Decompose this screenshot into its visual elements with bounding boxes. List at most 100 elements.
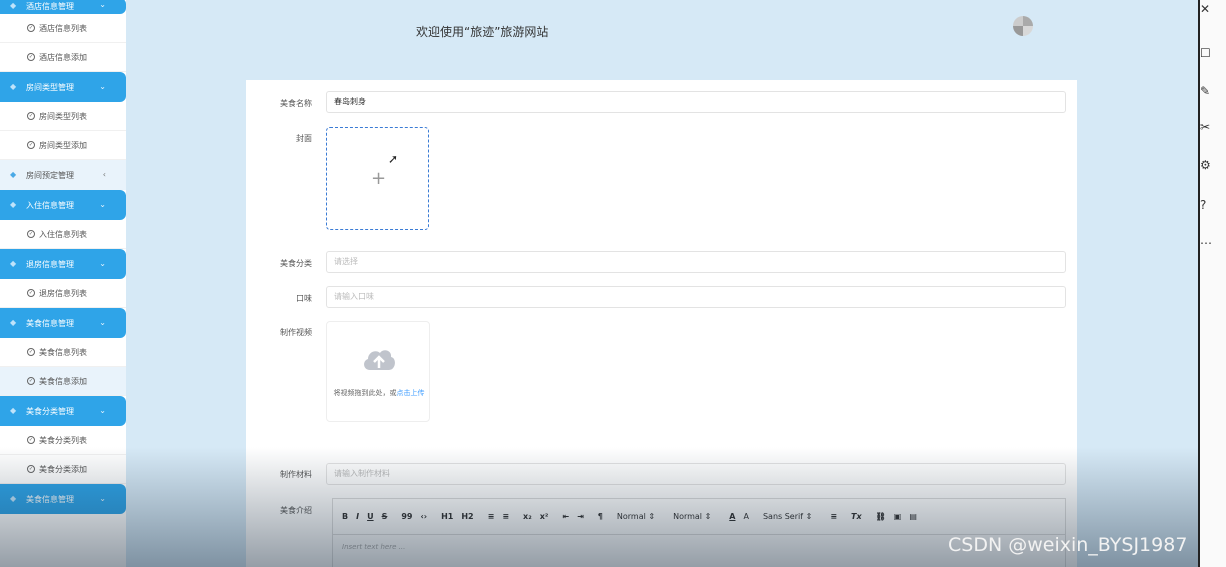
sidebar-group-label: 美食信息管理 xyxy=(26,318,74,328)
sidebar-group-label: 美食分类管理 xyxy=(26,406,74,416)
sidebar-group-label: 美食信息管理 xyxy=(26,494,74,504)
link-icon: ⛓ xyxy=(875,512,886,521)
food-form: 美食名称 春岛刺身 封面 + ➚ 美食分类 请选择 口味 请输入口味 制作视频 … xyxy=(246,80,1077,567)
sidebar-item[interactable]: ✓ 酒店信息列表 xyxy=(0,14,126,43)
check-circle-icon: ✓ xyxy=(27,465,35,473)
category-label: 美食分类 xyxy=(280,259,312,268)
diamond-icon: ◆ xyxy=(10,259,17,268)
watermark: CSDN @weixin_BYSJ1987 xyxy=(948,534,1188,556)
sidebar-item[interactable]: ✓ 退房信息列表 xyxy=(0,279,126,308)
help-icon[interactable]: ? xyxy=(1200,198,1206,212)
sidebar: ◆ 酒店信息管理 ⌄ ✓ 酒店信息列表 ✓ 酒店信息添加 ◆ 房间类型管理 ⌄ ✓ 房间类型列表… xyxy=(0,0,126,567)
diamond-icon: ◆ xyxy=(10,200,17,209)
quote-button[interactable]: 99 xyxy=(401,512,412,521)
sidebar-item-label: 酒店信息添加 xyxy=(39,52,87,62)
plus-icon: + xyxy=(371,168,387,189)
sidebar-group[interactable]: ◆ 美食分类管理 ⌄ xyxy=(0,396,126,426)
gear-icon[interactable]: ⚙ xyxy=(1200,158,1211,172)
pen-icon[interactable]: ✎ xyxy=(1200,84,1210,98)
chevron-down-icon: ⌄ xyxy=(99,406,106,415)
avatar[interactable] xyxy=(1013,16,1033,36)
click-upload-link[interactable]: 点击上传 xyxy=(397,389,425,397)
material-input[interactable]: 请输入制作材料 xyxy=(326,463,1066,485)
link-button[interactable]: ⛓ xyxy=(876,512,886,521)
strike-button[interactable]: S xyxy=(382,512,388,521)
sidebar-group[interactable]: ◆ 入住信息管理 ⌄ xyxy=(0,190,126,220)
diamond-icon: ◆ xyxy=(10,318,17,327)
cover-uploader[interactable]: + xyxy=(326,127,429,230)
h1-button[interactable]: H1 xyxy=(441,512,453,521)
sidebar-item[interactable]: ✓ 房间类型添加 xyxy=(0,131,126,160)
sidebar-item[interactable]: ✓ 美食信息添加 xyxy=(0,367,126,396)
underline-button[interactable]: U xyxy=(367,512,374,521)
sidebar-group[interactable]: ◆ 美食信息管理 ⌄ xyxy=(0,484,126,514)
sidebar-item[interactable]: ✓ 入住信息列表 xyxy=(0,220,126,249)
diamond-icon: ◆ xyxy=(10,170,17,179)
page-title: 欢迎使用“旅迹”旅游网站 xyxy=(416,25,549,39)
font-select-label: Sans Serif xyxy=(762,512,804,521)
chevron-left-icon: ‹ xyxy=(102,170,106,179)
sidebar-item-label: 入住信息列表 xyxy=(39,229,87,239)
sidebar-group[interactable]: ◆ 美食信息管理 ⌄ xyxy=(0,308,126,338)
cover-label: 封面 xyxy=(296,134,312,143)
indent-button[interactable]: ⇥ xyxy=(577,512,584,521)
text-color-button[interactable]: A xyxy=(729,512,735,521)
sidebar-item-label: 美食分类添加 xyxy=(39,464,87,474)
diamond-icon: ◆ xyxy=(10,494,17,503)
sidebar-group[interactable]: ◆ 退房信息管理 ⌄ xyxy=(0,249,126,279)
direction-button[interactable]: ¶ xyxy=(598,512,603,521)
h2-button[interactable]: H2 xyxy=(461,512,473,521)
video-label: 制作视频 xyxy=(280,328,312,337)
name-input[interactable]: 春岛刺身 xyxy=(326,91,1066,113)
sidebar-item-label: 房间类型列表 xyxy=(39,111,87,121)
sidebar-group-label: 酒店信息管理 xyxy=(26,1,74,11)
sidebar-group[interactable]: ◆ 房间类型管理 ⌄ xyxy=(0,72,126,102)
font-select[interactable]: Sans Serif ⇕ xyxy=(763,512,812,521)
more-icon[interactable]: ⋯ xyxy=(1200,236,1212,250)
subscript-button[interactable]: x₂ xyxy=(523,512,532,521)
ordered-list-button[interactable]: ≡ xyxy=(488,512,495,521)
check-circle-icon: ✓ xyxy=(27,289,35,297)
image-button[interactable]: ▣ xyxy=(894,512,902,521)
cloud-upload-icon xyxy=(364,350,395,370)
check-circle-icon: ✓ xyxy=(27,141,35,149)
video-uploader[interactable]: 将视频拖到此处，或点击上传 xyxy=(326,321,430,422)
sidebar-group[interactable]: ◆ 房间预定管理 ‹ xyxy=(0,160,126,190)
taste-input[interactable]: 请输入口味 xyxy=(326,286,1066,308)
italic-button[interactable]: I xyxy=(356,512,359,521)
editor-toolbar: B I U S 99 ‹› H1 H2 ≡ ≡ x₂ x² ⇤ ⇥ ¶ Norm… xyxy=(333,499,1065,535)
close-icon[interactable]: ✕ xyxy=(1200,2,1210,16)
sidebar-item[interactable]: ✓ 美食分类列表 xyxy=(0,426,126,455)
bookmark-icon[interactable]: ☐ xyxy=(1200,46,1211,60)
rich-text-editor: B I U S 99 ‹› H1 H2 ≡ ≡ x₂ x² ⇤ ⇥ ¶ Norm… xyxy=(332,498,1066,567)
outdent-button[interactable]: ⇤ xyxy=(562,512,569,521)
category-select[interactable]: 请选择 xyxy=(326,251,1066,273)
video-button[interactable]: ▤ xyxy=(909,512,917,521)
sidebar-item-label: 美食信息列表 xyxy=(39,347,87,357)
clean-format-button[interactable]: Tx xyxy=(851,512,862,521)
diamond-icon: ◆ xyxy=(10,1,17,10)
sidebar-item[interactable]: ✓ 美食分类添加 xyxy=(0,455,126,484)
diamond-icon: ◆ xyxy=(10,82,17,91)
video-upload-hint: 将视频拖到此处，或点击上传 xyxy=(327,388,431,398)
background-color-button[interactable]: A xyxy=(743,512,748,521)
bold-button[interactable]: B xyxy=(342,512,348,521)
superscript-button[interactable]: x² xyxy=(540,512,549,521)
sidebar-item-label: 美食信息添加 xyxy=(39,376,87,386)
code-button[interactable]: ‹› xyxy=(421,512,428,521)
check-circle-icon: ✓ xyxy=(27,348,35,356)
sidebar-item[interactable]: ✓ 美食信息列表 xyxy=(0,338,126,367)
chevron-down-icon: ⌄ xyxy=(99,0,106,9)
check-circle-icon: ✓ xyxy=(27,377,35,385)
name-label: 美食名称 xyxy=(280,99,312,108)
taste-label: 口味 xyxy=(296,294,312,303)
size-select[interactable]: Normal ⇕ xyxy=(617,512,655,521)
cursor-icon: ➚ xyxy=(388,152,399,166)
sidebar-item[interactable]: ✓ 房间类型列表 xyxy=(0,102,126,131)
sidebar-item[interactable]: ✓ 酒店信息添加 xyxy=(0,43,126,72)
align-button[interactable]: ≡ xyxy=(830,512,837,521)
brush-icon[interactable]: ✂ xyxy=(1200,120,1210,134)
header-select[interactable]: Normal ⇕ xyxy=(673,512,711,521)
bullet-list-button[interactable]: ≡ xyxy=(502,512,509,521)
sidebar-group-hotel[interactable]: ◆ 酒店信息管理 ⌄ xyxy=(0,0,126,14)
